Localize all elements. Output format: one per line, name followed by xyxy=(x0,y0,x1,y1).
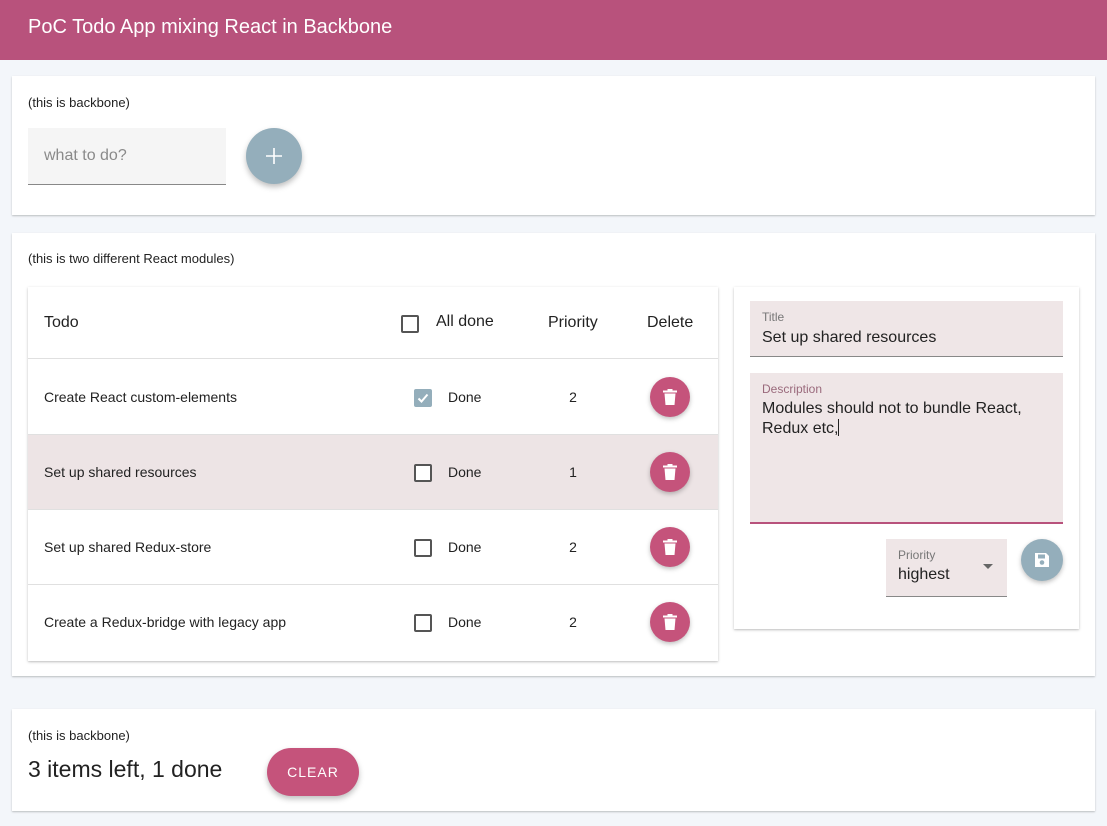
text-caret xyxy=(838,419,840,436)
items-summary: 3 items left, 1 done xyxy=(28,756,223,782)
done-checkbox[interactable] xyxy=(414,464,432,482)
save-icon xyxy=(1035,553,1049,567)
title-input[interactable]: Set up shared resources xyxy=(762,328,936,348)
react-modules-card: (this is two different React modules) To… xyxy=(12,233,1095,676)
priority-selected: highest xyxy=(898,566,950,583)
table-header: Todo All done Priority Delete xyxy=(28,287,718,359)
all-done-checkbox[interactable] xyxy=(401,315,419,333)
done-checkbox[interactable] xyxy=(414,389,432,407)
save-button[interactable] xyxy=(1021,539,1063,581)
clear-button[interactable]: CLEAR xyxy=(267,748,359,796)
trash-icon xyxy=(663,614,677,630)
check-icon xyxy=(417,393,429,403)
done-checkbox[interactable] xyxy=(414,539,432,557)
app-bar: PoC Todo App mixing React in Backbone xyxy=(0,0,1107,60)
todo-editor: Title Set up shared resources Descriptio… xyxy=(734,287,1079,629)
done-label: Done xyxy=(448,614,482,630)
backbone-summary-card: (this is backbone) 3 items left, 1 done … xyxy=(12,709,1095,811)
trash-icon xyxy=(663,464,677,480)
delete-button[interactable] xyxy=(650,377,690,417)
todo-title: Create React custom-elements xyxy=(44,389,237,405)
react-note: (this is two different React modules) xyxy=(28,251,235,266)
done-label: Done xyxy=(448,389,482,405)
delete-button[interactable] xyxy=(650,527,690,567)
todo-table: Todo All done Priority Delete Create Rea… xyxy=(28,287,718,661)
header-todo: Todo xyxy=(44,314,79,331)
description-field[interactable]: Description Modules should not to bundle… xyxy=(750,373,1063,524)
delete-button[interactable] xyxy=(650,602,690,642)
done-label: Done xyxy=(448,464,482,480)
title-field[interactable]: Title Set up shared resources xyxy=(750,301,1063,357)
priority-value: 2 xyxy=(569,614,577,630)
table-row[interactable]: Create React custom-elements Done 2 xyxy=(28,360,718,435)
header-delete: Delete xyxy=(647,314,694,331)
priority-select[interactable]: Priority highest xyxy=(886,539,1007,597)
priority-value: 1 xyxy=(569,464,577,480)
todo-title: Set up shared resources xyxy=(44,464,197,480)
trash-icon xyxy=(663,389,677,405)
header-all-done: All done xyxy=(436,313,494,330)
trash-icon xyxy=(663,539,677,555)
backbone-note: (this is backbone) xyxy=(28,95,130,110)
todo-title: Set up shared Redux-store xyxy=(44,539,212,555)
description-textarea[interactable]: Modules should not to bundle React, Redu… xyxy=(762,399,1052,439)
backbone-add-card: (this is backbone) xyxy=(12,76,1095,215)
header-priority: Priority xyxy=(548,314,598,331)
backbone-note: (this is backbone) xyxy=(28,728,130,743)
done-label: Done xyxy=(448,539,482,555)
description-text: Modules should not to bundle React, Redu… xyxy=(762,400,1022,437)
done-checkbox[interactable] xyxy=(414,614,432,632)
delete-button[interactable] xyxy=(650,452,690,492)
dropdown-arrow-icon xyxy=(983,564,993,569)
priority-label: Priority xyxy=(898,548,936,562)
new-todo-input[interactable] xyxy=(28,128,226,184)
table-row[interactable]: Create a Redux-bridge with legacy app Do… xyxy=(28,585,718,660)
add-todo-button[interactable] xyxy=(246,128,302,184)
new-todo-field[interactable] xyxy=(28,128,226,185)
priority-value: 2 xyxy=(569,539,577,555)
todo-title: Create a Redux-bridge with legacy app xyxy=(44,614,287,630)
description-label: Description xyxy=(762,382,823,396)
app-title: PoC Todo App mixing React in Backbone xyxy=(28,16,393,38)
title-label: Title xyxy=(762,310,785,324)
plus-icon xyxy=(266,148,282,164)
priority-value: 2 xyxy=(569,389,577,405)
table-row[interactable]: Set up shared resources Done 1 xyxy=(28,435,718,510)
table-row[interactable]: Set up shared Redux-store Done 2 xyxy=(28,510,718,585)
